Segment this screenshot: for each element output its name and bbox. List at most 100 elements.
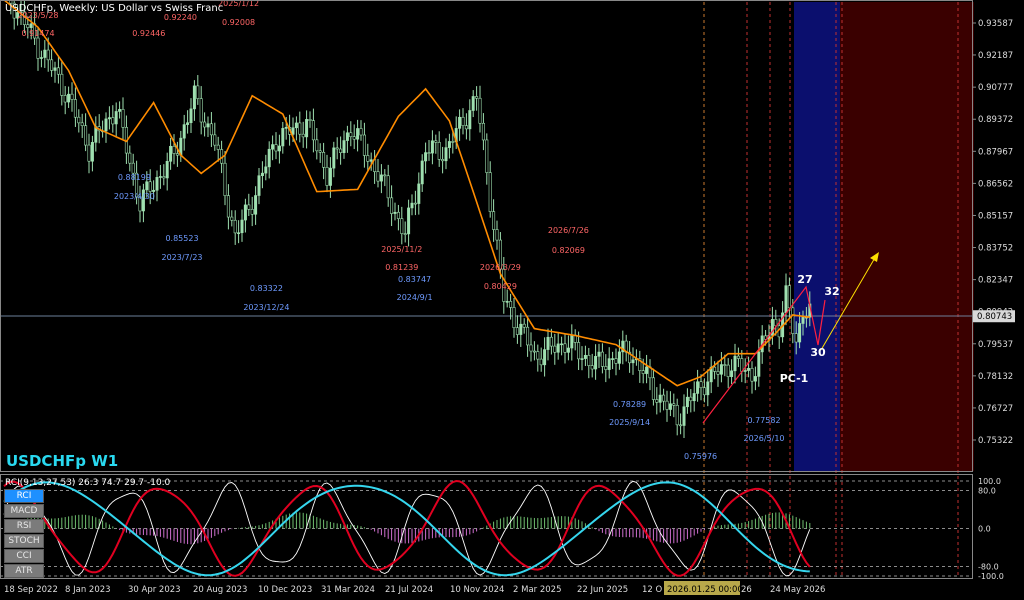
candle-body: [104, 118, 108, 132]
indicator-button-cci[interactable]: CCI: [4, 549, 44, 563]
chart-canvas[interactable]: 2023/5/280.91474 0.924460.922402025/1/120…: [0, 0, 1024, 600]
candle-body: [430, 140, 434, 154]
high-label-price: 0.92008: [222, 18, 255, 27]
indicator-button-stoch[interactable]: STOCH: [4, 534, 44, 548]
high-label-price: 0.82069: [552, 246, 585, 255]
candle-body: [791, 307, 795, 334]
low-label-date: 2026/5/10: [743, 434, 784, 443]
candle-body: [396, 211, 400, 219]
candle-body: [451, 141, 455, 143]
candle-body: [407, 207, 411, 235]
price-tick-label: 0.75322: [978, 436, 1013, 446]
candle-body: [753, 376, 757, 382]
price-tick-label: 0.87967: [978, 147, 1013, 157]
candle-body: [186, 122, 190, 125]
candle-body: [70, 93, 74, 100]
candle-body: [294, 122, 298, 129]
candle-body: [672, 403, 676, 406]
candle-body: [553, 345, 557, 353]
candle-body: [665, 400, 669, 410]
future-zone: [840, 2, 974, 471]
chart-title: USDCHFp, Weekly: US Dollar vs Swiss Fran…: [5, 3, 224, 14]
candle-body: [379, 174, 383, 182]
low-label-price: 0.75976: [684, 452, 717, 461]
candle-body: [305, 119, 309, 138]
indicator-button-macd[interactable]: MACD: [4, 504, 44, 518]
candle-body: [114, 111, 118, 125]
high-label-price: 0.91474: [21, 29, 54, 38]
candle-body: [784, 285, 788, 314]
indicator-button-atr[interactable]: ATR: [4, 564, 44, 578]
candle-body: [393, 211, 397, 214]
price-tick-label: 0.79537: [978, 340, 1013, 350]
candle-body: [539, 358, 543, 366]
candle-body: [464, 125, 468, 130]
indicator-header: RCI(9,13,27,53) 26.3 74.7 29.7 -10.0: [5, 478, 171, 488]
candle-body: [155, 177, 159, 191]
candle-body: [733, 355, 737, 372]
candle-body: [274, 144, 278, 152]
candle-body: [223, 162, 227, 196]
candle-body: [427, 152, 431, 154]
candle-body: [328, 167, 332, 186]
level-label: -80.0: [978, 563, 999, 572]
candle-body: [723, 364, 727, 366]
time-tick-label: 2026.01.25 00:00: [667, 585, 743, 595]
low-label-date: 2023/4/30: [114, 192, 155, 201]
candle-body: [345, 132, 349, 141]
candle-body: [437, 142, 441, 160]
high-label-price: 0.81239: [385, 263, 418, 272]
candle-body: [600, 351, 604, 367]
time-tick-label: 10 Nov 2024: [450, 585, 504, 595]
candle-body: [87, 144, 91, 162]
time-tick-label: 24 May 2026: [770, 585, 825, 595]
indicator-button-rci[interactable]: RCI: [4, 489, 44, 503]
candle-body: [203, 121, 207, 128]
low-label-price: 0.85523: [165, 234, 198, 243]
candle-body: [488, 172, 492, 212]
candle-body: [400, 218, 404, 234]
candle-body: [522, 323, 526, 328]
candle-body: [308, 119, 312, 121]
candle-body: [736, 355, 740, 359]
high-label-price: 0.80429: [484, 282, 517, 291]
time-tick-label: 30 Apr 2023: [128, 585, 181, 595]
time-tick-label: 8 Jan 2023: [65, 585, 111, 595]
candle-body: [471, 96, 475, 111]
candle-body: [318, 150, 322, 153]
candle-body: [383, 174, 387, 177]
candle-body: [145, 181, 149, 191]
symbol-timeframe-label: USDCHFp W1: [6, 452, 119, 470]
candle-body: [570, 334, 574, 349]
candle-body: [339, 148, 343, 153]
candle-body: [271, 144, 275, 150]
price-tick-label: 0.85157: [978, 211, 1013, 221]
candle-body: [590, 365, 594, 370]
candle-body: [706, 381, 710, 396]
candle-body: [199, 98, 203, 123]
low-label-price: 0.88199: [118, 173, 151, 182]
candle-body: [696, 381, 700, 394]
wave-label: 30: [810, 346, 826, 359]
candle-body: [352, 136, 356, 140]
candle-body: [281, 128, 285, 147]
candle-body: [26, 24, 30, 28]
candle-body: [325, 167, 329, 186]
price-tick-label: 0.93587: [978, 19, 1013, 29]
candle-body: [349, 132, 353, 138]
candle-body: [492, 211, 496, 230]
candle-body: [107, 117, 111, 120]
candle-body: [254, 195, 258, 215]
candle-body: [390, 197, 394, 214]
price-tick-label: 0.90777: [978, 83, 1013, 93]
high-label-price: 0.92446: [132, 29, 165, 38]
candle-body: [366, 155, 370, 162]
wave-label: 27: [797, 273, 812, 286]
candle-body: [209, 123, 213, 136]
indicator-button-rsi[interactable]: RSI: [4, 519, 44, 533]
price-tick-label: 0.89372: [978, 115, 1013, 125]
candle-body: [597, 351, 601, 357]
candle-body: [689, 396, 693, 402]
candle-body: [332, 147, 336, 169]
candle-body: [461, 116, 465, 126]
